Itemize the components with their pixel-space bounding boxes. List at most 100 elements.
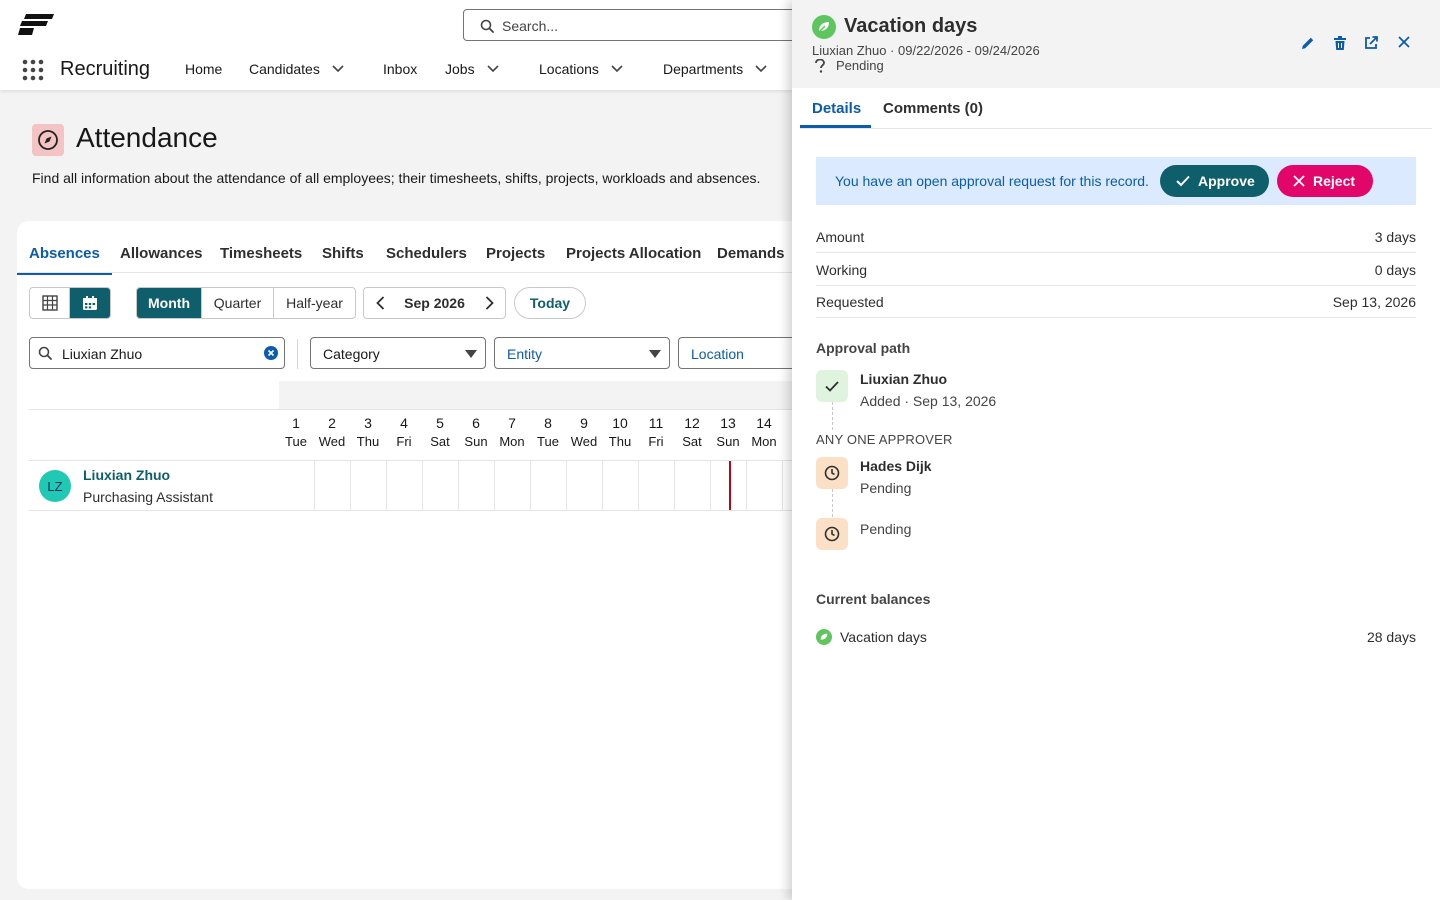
nav-label: Locations	[539, 61, 599, 77]
day-weekday: Fri	[396, 434, 412, 449]
caret-down-icon	[465, 350, 477, 358]
nav-label: Departments	[663, 61, 744, 77]
day-weekday: Sun	[716, 434, 740, 449]
field-value: 3 days	[1374, 229, 1416, 245]
tab-absences[interactable]: Absences	[17, 245, 112, 275]
approve-label: Approve	[1198, 173, 1255, 189]
calendar-icon	[82, 295, 98, 311]
category-filter-label: Category	[323, 346, 380, 362]
field-value: Sep 13, 2026	[1332, 294, 1416, 310]
calendar-grid-line	[746, 461, 747, 511]
day-number: 9	[580, 415, 588, 431]
global-search-input[interactable]: Search...	[463, 9, 823, 41]
nav-item-home[interactable]: Home	[185, 61, 222, 77]
approver-meta: Added · Sep 13, 2026	[860, 393, 997, 409]
day-number: 5	[436, 415, 444, 431]
entity-filter[interactable]: Entity	[494, 337, 670, 369]
tab-projects[interactable]: Projects	[486, 245, 545, 273]
today-button[interactable]: Today	[514, 287, 586, 319]
chevron-down-icon[interactable]	[755, 65, 767, 73]
calendar-day-header: 12 Sat	[674, 415, 710, 449]
close-icon[interactable]	[1398, 36, 1410, 48]
nav-label: Candidates	[249, 61, 320, 77]
edit-icon[interactable]	[1301, 36, 1315, 50]
clear-search-icon[interactable]	[264, 346, 278, 360]
nav-item-departments[interactable]: Departments	[663, 61, 767, 77]
half-year-button[interactable]: Half-year	[274, 288, 355, 318]
avatar[interactable]: LZ	[39, 470, 71, 502]
chevron-down-icon[interactable]	[611, 65, 623, 73]
tab-shifts[interactable]: Shifts	[322, 245, 364, 273]
tab-comments[interactable]: Comments (0)	[883, 100, 983, 117]
approver-meta: Pending	[860, 521, 912, 537]
quarter-button[interactable]: Quarter	[202, 288, 274, 318]
reject-label: Reject	[1313, 173, 1356, 189]
chevron-down-icon[interactable]	[487, 65, 499, 73]
tab-schedulers[interactable]: Schedulers	[386, 245, 467, 273]
employee-search-input[interactable]: Liuxian Zhuo	[29, 337, 285, 369]
attendance-card: Absences Allowances Timesheets Shifts Sc…	[17, 221, 817, 889]
calendar-day-header: 13 Sun	[710, 415, 746, 449]
current-balances-title: Current balances	[816, 591, 931, 607]
nav-item-locations[interactable]: Locations	[539, 61, 623, 77]
calendar-day-header: 1 Tue	[278, 415, 314, 449]
calendar-day-header: 3 Thu	[350, 415, 386, 449]
record-side-panel: Vacation days Liuxian Zhuo · 09/22/2026 …	[792, 0, 1440, 900]
day-number: 6	[472, 415, 480, 431]
employee-role: Purchasing Assistant	[83, 489, 213, 505]
approve-button[interactable]: Approve	[1160, 165, 1269, 197]
nav-item-jobs[interactable]: Jobs	[445, 61, 499, 77]
calendar-day-header: 2 Wed	[314, 415, 350, 449]
calendar-header-divider	[29, 409, 817, 410]
day-weekday: Mon	[499, 434, 525, 449]
reject-button[interactable]: Reject	[1277, 165, 1373, 197]
category-filter[interactable]: Category	[310, 337, 486, 369]
day-weekday: Thu	[608, 434, 632, 449]
app-launcher-icon[interactable]	[22, 59, 44, 81]
day-weekday: Tue	[537, 434, 559, 449]
calendar-grid-line	[674, 461, 675, 511]
clock-icon	[816, 457, 848, 489]
day-weekday: Sat	[682, 434, 702, 449]
field-label: Amount	[816, 229, 865, 245]
record-subtitle: Liuxian Zhuo · 09/22/2026 - 09/24/2026	[812, 43, 1040, 58]
next-period-button[interactable]	[473, 288, 505, 318]
nav-item-inbox[interactable]: Inbox	[383, 61, 417, 77]
employee-search-value: Liuxian Zhuo	[62, 346, 143, 362]
tab-timesheets[interactable]: Timesheets	[220, 245, 302, 273]
employee-name-link[interactable]: Liuxian Zhuo	[83, 467, 170, 483]
calendar-grid-line	[386, 461, 387, 511]
company-logo[interactable]	[18, 14, 54, 36]
check-icon	[816, 370, 848, 402]
day-weekday: Tue	[285, 434, 307, 449]
day-weekday: Sat	[430, 434, 450, 449]
nav-item-candidates[interactable]: Candidates	[249, 61, 344, 77]
calendar-view-button[interactable]	[70, 288, 110, 318]
page-title: Attendance	[76, 122, 218, 153]
app-name: Recruiting	[60, 58, 151, 80]
calendar-day-header: 5 Sat	[422, 415, 458, 449]
table-view-button[interactable]	[30, 288, 70, 318]
previous-period-button[interactable]	[364, 288, 396, 318]
month-button[interactable]: Month	[137, 288, 202, 318]
open-new-window-icon[interactable]	[1364, 36, 1378, 50]
day-number: 3	[364, 415, 372, 431]
calendar-grid-line	[458, 461, 459, 511]
tab-allowances[interactable]: Allowances	[120, 245, 203, 273]
calendar-grid-line	[710, 461, 711, 511]
search-icon	[38, 346, 52, 360]
tab-projects-allocation[interactable]: Projects Allocation	[566, 245, 701, 273]
chevron-down-icon[interactable]	[332, 65, 344, 73]
tab-details[interactable]: Details	[812, 100, 861, 117]
trash-icon[interactable]	[1334, 36, 1346, 50]
entity-filter-label: Entity	[507, 346, 543, 362]
calendar-day-header: 9 Wed	[566, 415, 602, 449]
calendar-grid-line	[602, 461, 603, 511]
approval-request-text: You have an open approval request for th…	[835, 173, 1149, 189]
compass-icon	[32, 124, 64, 156]
current-period-label: Sep 2026	[404, 295, 465, 311]
vacation-leaf-icon	[812, 15, 836, 39]
day-number: 11	[648, 415, 664, 431]
tab-demands[interactable]: Demands	[717, 245, 785, 273]
filter-divider	[297, 339, 298, 369]
